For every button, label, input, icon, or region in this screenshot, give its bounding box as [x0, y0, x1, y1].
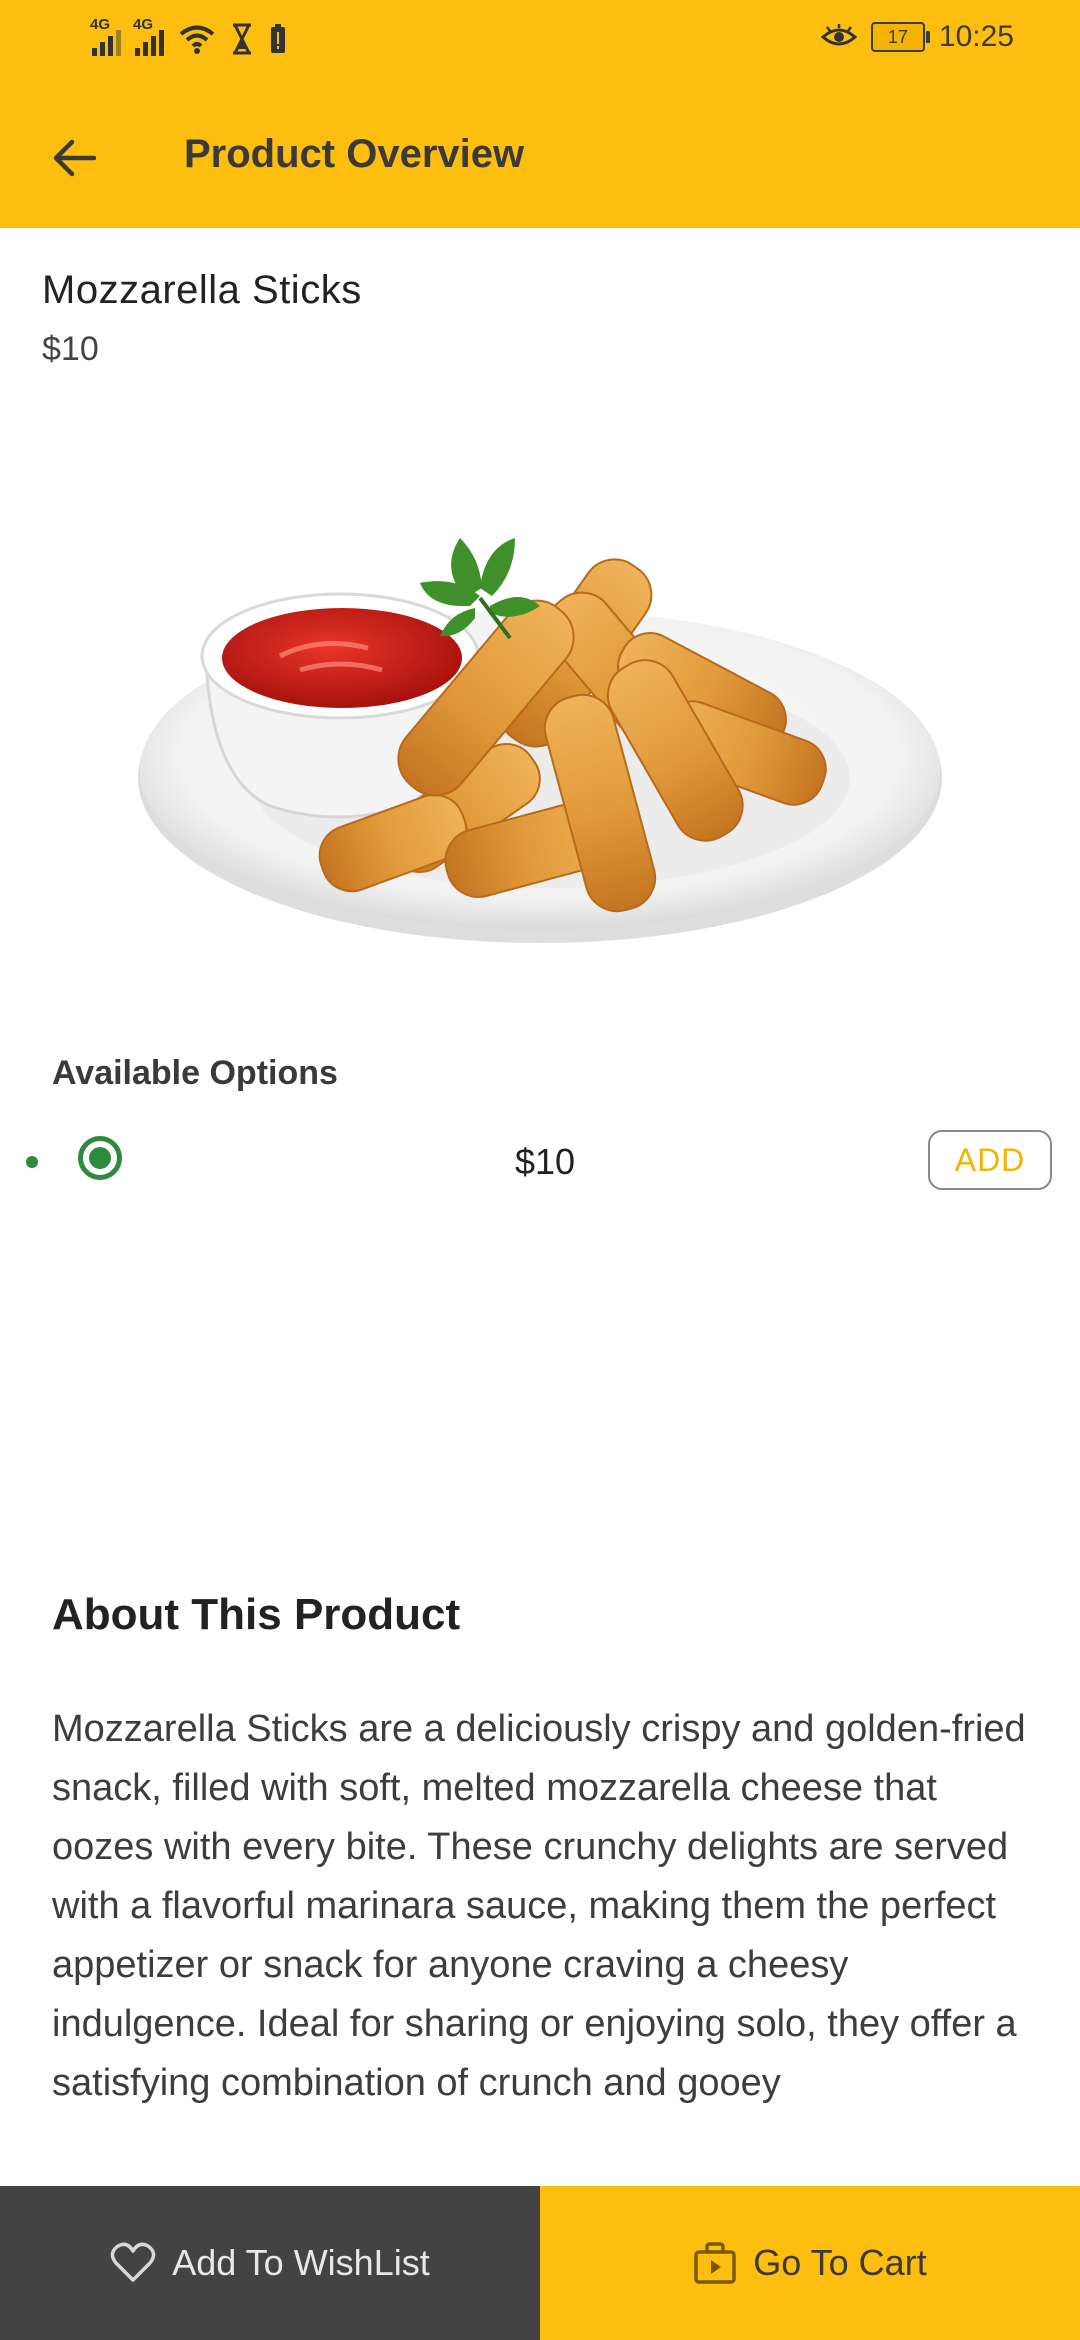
add-to-wishlist-button[interactable]: Add To WishList: [0, 2186, 540, 2340]
option-row[interactable]: $10 ADD: [0, 1126, 1080, 1196]
clock: 10:25: [938, 20, 1014, 53]
heart-icon: [111, 2242, 156, 2282]
cart-label: Go To Cart: [753, 2242, 927, 2283]
about-description: Mozzarella Sticks are a deliciously cris…: [52, 1708, 1026, 2104]
about-description-container[interactable]: Mozzarella Sticks are a deliciously cris…: [52, 1700, 1042, 2132]
hourglass-icon: [233, 23, 251, 55]
shopping-bag-icon: [694, 2242, 737, 2284]
header: Product Overview: [0, 88, 1080, 228]
network-type-2: 4G: [133, 16, 154, 33]
about-title: About This Product: [52, 1590, 461, 1639]
status-right: 17 10:25: [820, 20, 1014, 54]
app-top-bar: 4G 4G 17 10:25 Product Overview: [0, 0, 1080, 228]
wishlist-label: Add To WishList: [172, 2242, 430, 2283]
veg-indicator-dot: [26, 1156, 38, 1168]
go-to-cart-button[interactable]: Go To Cart: [540, 2186, 1080, 2340]
bottom-action-bar: Add To WishList Go To Cart: [0, 2186, 1080, 2340]
battery-icon: 17: [870, 22, 930, 52]
available-options-title: Available Options: [52, 1054, 338, 1092]
option-price: $10: [515, 1141, 576, 1182]
network-type-1: 4G: [90, 16, 111, 33]
back-button[interactable]: [44, 128, 104, 188]
product-price: $10: [42, 330, 99, 368]
status-left: 4G 4G: [90, 16, 288, 56]
back-arrow-icon: [53, 139, 96, 177]
product-name: Mozzarella Sticks: [42, 268, 362, 312]
page-title: Product Overview: [184, 132, 525, 176]
eye-comfort-icon: [820, 24, 857, 46]
wifi-icon: [179, 25, 215, 54]
option-radio-button[interactable]: [78, 1136, 122, 1180]
battery-alert-icon: [271, 24, 285, 53]
add-button[interactable]: ADD: [928, 1130, 1052, 1190]
status-bar: 4G 4G 17 10:25: [0, 0, 1080, 88]
signal-icon: 4G: [90, 16, 121, 56]
radio-selected-mark: [89, 1147, 111, 1169]
product-image: [138, 538, 942, 943]
signal-icon-2: 4G: [133, 16, 164, 56]
